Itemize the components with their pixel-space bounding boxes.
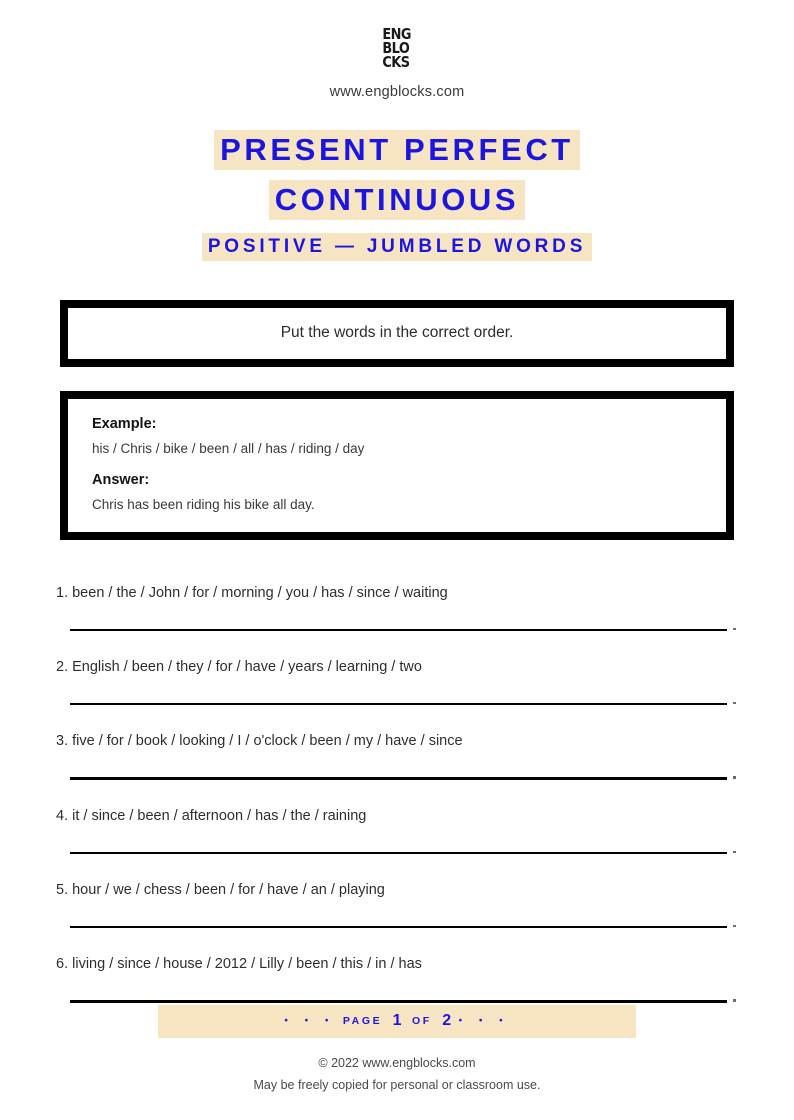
total-page-number: 2: [442, 1011, 452, 1029]
question-text: 1. been / the / John / for / morning / y…: [56, 584, 448, 601]
answer-line-wrap[interactable]: [54, 688, 740, 714]
questions-list: 1. been / the / John / for / morning / y…: [0, 584, 794, 1012]
page-number-band: • • • PAGE 1 OF 2 • • •: [158, 1004, 636, 1038]
answer-line[interactable]: [70, 702, 727, 706]
question-item: 4. it / since / been / afternoon / has /…: [54, 807, 740, 863]
logo-line-3: CKS: [382, 52, 411, 71]
answer-period-mark: [733, 701, 736, 705]
page-footer: • • • PAGE 1 OF 2 • • • © 2022 www.engbl…: [0, 1004, 794, 1092]
question-item: 5. hour / we / chess / been / for / have…: [54, 881, 740, 937]
site-url: www.engblocks.com: [329, 83, 465, 100]
answer-line-wrap[interactable]: [54, 614, 740, 640]
answer-line[interactable]: [70, 925, 727, 929]
answer-line[interactable]: [70, 1000, 727, 1003]
page-title-line-2: CONTINUOUS: [0, 175, 794, 225]
instruction-text: Put the words in the correct order.: [280, 323, 514, 341]
page-label: PAGE: [342, 1014, 383, 1027]
question-text: 2. English / been / they / for / have / …: [56, 659, 422, 676]
page-title-line-2-text: CONTINUOUS: [268, 180, 526, 221]
question-text: 5. hour / we / chess / been / for / have…: [56, 882, 385, 899]
answer-line[interactable]: [70, 777, 727, 780]
answer-line[interactable]: [70, 851, 727, 855]
answer-period-mark: [733, 776, 736, 779]
answer-period-mark: [733, 850, 736, 854]
answer-line-wrap[interactable]: [54, 762, 740, 788]
question-text: 6. living / since / house / 2012 / Lilly…: [56, 956, 422, 973]
answer-label: Answer:: [92, 471, 150, 488]
answer-period-mark: [733, 999, 736, 1002]
example-label: Example:: [92, 415, 157, 432]
copyright-text: © 2022 www.engblocks.com: [318, 1056, 476, 1070]
answer-period-mark: [733, 627, 736, 631]
example-box: Example: his / Chris / bike / been / all…: [60, 390, 734, 540]
decorative-dots-left: • • •: [284, 1015, 336, 1027]
instruction-box: Put the words in the correct order.: [60, 299, 734, 367]
question-text: 4. it / since / been / afternoon / has /…: [56, 807, 367, 824]
example-text: his / Chris / bike / been / all / has / …: [92, 440, 365, 456]
current-page-number: 1: [392, 1011, 402, 1029]
answer-line-wrap[interactable]: [54, 837, 740, 863]
title-block: PRESENT PERFECT CONTINUOUS POSITIVE — JU…: [0, 125, 794, 262]
answer-text: Chris has been riding his bike all day.: [92, 496, 315, 512]
of-label: OF: [412, 1014, 432, 1027]
page-subtitle: POSITIVE — JUMBLED WORDS: [0, 232, 794, 262]
decorative-dots-right: • • •: [458, 1015, 510, 1027]
page-title-line-1-text: PRESENT PERFECT: [214, 129, 580, 170]
question-item: 2. English / been / they / for / have / …: [54, 658, 740, 714]
question-item: 1. been / the / John / for / morning / y…: [54, 584, 740, 640]
page-subtitle-text: POSITIVE — JUMBLED WORDS: [201, 233, 593, 262]
question-item: 3. five / for / book / looking / I / o'c…: [54, 732, 740, 788]
answer-period-mark: [733, 924, 736, 928]
page-header: ENG BLO CKS www.engblocks.com: [0, 0, 794, 100]
license-text: May be freely copied for personal or cla…: [253, 1078, 541, 1092]
engblocks-logo-icon: ENG BLO CKS: [382, 27, 412, 71]
question-text: 3. five / for / book / looking / I / o'c…: [56, 733, 463, 750]
answer-line[interactable]: [70, 628, 727, 632]
worksheet-page: ENG BLO CKS www.engblocks.com PRESENT PE…: [0, 0, 794, 1120]
question-item: 6. living / since / house / 2012 / Lilly…: [54, 955, 740, 1011]
page-title-line-1: PRESENT PERFECT: [0, 125, 794, 175]
answer-line-wrap[interactable]: [54, 911, 740, 937]
